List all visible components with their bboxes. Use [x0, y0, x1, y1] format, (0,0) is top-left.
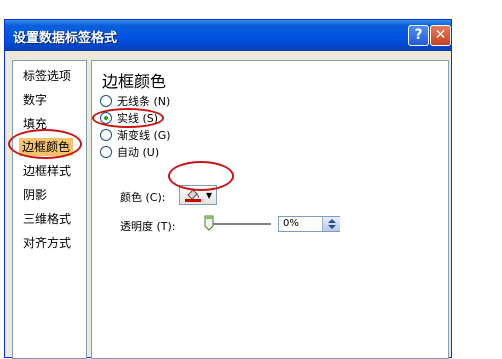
highlight-ellipse-solid-line — [92, 108, 164, 128]
sidebar-item-border-style[interactable]: 边框样式 — [23, 162, 71, 180]
sidebar-item-shadow[interactable]: 阴影 — [23, 186, 47, 204]
format-data-labels-dialog: 设置数据标签格式 ? ✕ 标签选项 数字 填充 边框颜色 边框样式 阴影 三维格… — [4, 19, 452, 359]
gradient-line-label: 渐变线 (G) — [117, 129, 171, 142]
no-line-label: 无线条 (N) — [117, 95, 171, 108]
title-bar[interactable]: 设置数据标签格式 ? ✕ — [5, 20, 451, 51]
spin-down-icon — [328, 225, 336, 229]
gradient-line-radio[interactable] — [100, 129, 112, 141]
automatic-option[interactable]: 自动 (U) — [100, 145, 159, 161]
sidebar-item-3d-format[interactable]: 三维格式 — [23, 210, 71, 228]
transparency-slider-thumb[interactable] — [204, 215, 214, 231]
no-line-radio[interactable] — [100, 95, 112, 107]
category-list: 标签选项 数字 填充 边框颜色 边框样式 阴影 三维格式 对齐方式 — [12, 60, 87, 359]
spin-up-icon — [328, 219, 336, 223]
sidebar-item-alignment[interactable]: 对齐方式 — [23, 234, 71, 252]
color-label: 颜色 (C): — [120, 191, 166, 204]
window-title: 设置数据标签格式 — [13, 31, 118, 46]
gradient-line-option[interactable]: 渐变线 (G) — [100, 128, 171, 144]
highlight-ellipse-color — [168, 161, 234, 191]
highlight-ellipse-sidebar — [8, 129, 82, 159]
dropdown-arrow-icon: ▼ — [206, 191, 213, 200]
sidebar-item-number[interactable]: 数字 — [23, 91, 47, 109]
sidebar-item-label-options[interactable]: 标签选项 — [23, 67, 71, 85]
automatic-label: 自动 (U) — [117, 146, 160, 159]
close-button[interactable]: ✕ — [430, 25, 451, 46]
help-button[interactable]: ? — [408, 25, 429, 46]
automatic-radio[interactable] — [100, 146, 112, 158]
options-panel: 边框颜色 无线条 (N) 实线 (S) 渐变线 (G) 自动 (U) 颜色 (C… — [91, 60, 449, 359]
transparency-label: 透明度 (T): — [120, 220, 176, 233]
transparency-spinner[interactable] — [322, 217, 340, 231]
section-title: 边框颜色 — [102, 72, 167, 91]
transparency-slider-track[interactable] — [207, 223, 271, 225]
